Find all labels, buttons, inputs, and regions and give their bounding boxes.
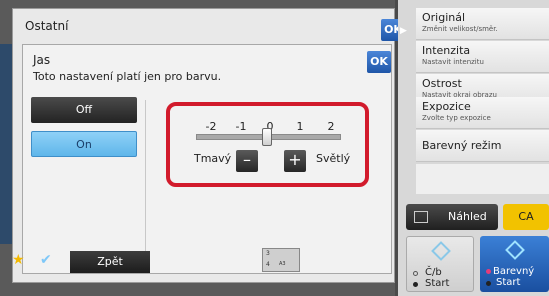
clear-all-button[interactable]: CA (503, 204, 549, 230)
divider (145, 100, 146, 270)
bw-indicator-dot (413, 282, 418, 287)
color-start-line1: Barevný (493, 266, 535, 277)
bw-start-line1: Č/b (425, 267, 442, 278)
menu-item-title: Intenzita (422, 44, 471, 57)
tick-label: 1 (296, 120, 304, 133)
menu-item-intensity[interactable]: Intenzita Nastavit intenzitu (416, 41, 549, 73)
color-start-button[interactable]: Barevný Start (480, 236, 549, 292)
checkmark-icon[interactable]: ✔ (40, 252, 52, 268)
menu-item-subtitle: Změnit velikost/směr. (422, 25, 498, 33)
menu-item-subtitle: Zvolte typ expozice (422, 114, 491, 122)
menu-item-color-mode[interactable]: Barevný režim (416, 130, 549, 162)
brightness-dialog-description: Toto nastavení platí jen pro barvu. (33, 70, 222, 83)
bw-start-button[interactable]: Č/b Start (406, 236, 474, 292)
preview-icon (414, 211, 428, 223)
brightness-slider-group: -2 -1 0 1 2 Tmavý – + Světlý (166, 102, 369, 187)
start-diamond-icon (505, 240, 525, 260)
increase-button[interactable]: + (284, 150, 306, 172)
menu-item-title: Barevný režim (422, 139, 502, 152)
tray-number: 3 (266, 250, 270, 257)
off-button[interactable]: Off (31, 97, 137, 123)
lighter-label: Světlý (316, 152, 351, 165)
tray-size: A3 (279, 261, 286, 267)
expand-arrow-icon[interactable]: ▶ (400, 26, 407, 36)
color-indicator-dot (486, 281, 491, 286)
menu-item-title: Originál (422, 11, 466, 24)
tray-number: 4 (266, 261, 270, 268)
menu-item-title: Ostrost (422, 77, 462, 90)
brightness-ok-button[interactable]: OK (367, 51, 391, 73)
outer-dialog-title: Ostatní (25, 19, 69, 33)
menu-item-empty (416, 164, 549, 194)
menu-item-original[interactable]: Originál Změnit velikost/směr. (416, 8, 549, 40)
back-button[interactable]: Zpět (70, 251, 150, 273)
slider-thumb[interactable] (262, 128, 272, 146)
menu-item-exposure[interactable]: Expozice Zvolte typ expozice (416, 97, 549, 129)
start-diamond-icon (431, 241, 451, 261)
menu-item-subtitle: Nastavit intenzitu (422, 58, 484, 66)
decrease-button[interactable]: – (236, 150, 258, 172)
tick-label: 2 (327, 120, 335, 133)
star-icon[interactable]: ★ (12, 252, 25, 268)
color-indicator-dot (486, 269, 491, 274)
on-button[interactable]: On (31, 131, 137, 157)
preview-button[interactable]: Náhled (406, 204, 498, 230)
brightness-dialog-title: Jas (33, 53, 51, 67)
tick-label: -2 (205, 120, 217, 133)
background-strip (0, 44, 12, 244)
preview-label: Náhled (448, 210, 487, 223)
bw-start-line2: Start (425, 278, 450, 289)
darker-label: Tmavý (194, 152, 232, 165)
menu-item-title: Expozice (422, 100, 471, 113)
paper-tray-indicator: 3 4 A3 (262, 248, 300, 272)
tick-label: -1 (235, 120, 247, 133)
color-start-line2: Start (496, 277, 521, 288)
bw-indicator-dot (413, 271, 418, 276)
